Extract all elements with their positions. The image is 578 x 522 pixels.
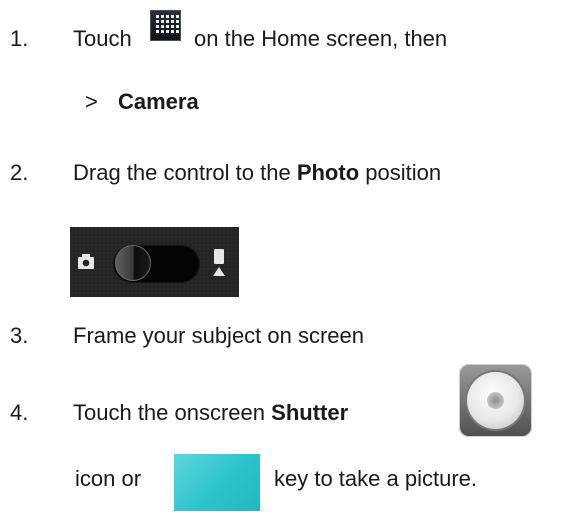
toggle-knob xyxy=(115,245,151,281)
shutter-icon xyxy=(459,364,532,437)
step-text-after: position xyxy=(365,160,442,185)
camera-label: Camera xyxy=(118,89,199,114)
step-text: Frame your subject on screen xyxy=(73,323,365,348)
step-text-after-key: key to take a picture. xyxy=(274,466,477,491)
apps-grid-icon xyxy=(150,10,181,41)
shutter-outer-ring xyxy=(467,372,524,429)
step-text: Touch xyxy=(73,26,132,51)
video-camera-icon xyxy=(213,249,225,276)
step-text-continued: on the Home screen, then xyxy=(194,26,448,51)
step-number: 4. xyxy=(10,400,29,425)
step-number: 3. xyxy=(10,323,29,348)
step-text-before: Touch the onscreen xyxy=(73,400,266,425)
photo-label: Photo xyxy=(296,160,360,185)
step-text: Drag the control to the Photo position xyxy=(73,160,441,186)
sub-arrow: > xyxy=(85,89,98,114)
camera-icon xyxy=(78,254,94,269)
shutter-inner-lens xyxy=(487,392,504,409)
photo-video-toggle-image xyxy=(70,227,239,297)
step-number: 2. xyxy=(10,160,29,185)
step-number: 1. xyxy=(10,26,29,51)
camera-key-icon xyxy=(174,454,260,511)
step-text-before: Drag the control to the xyxy=(73,160,291,185)
shutter-label: Shutter xyxy=(271,400,349,425)
step-text-before-key: icon or xyxy=(75,466,142,491)
step-text: Touch the onscreen Shutter xyxy=(73,400,348,426)
